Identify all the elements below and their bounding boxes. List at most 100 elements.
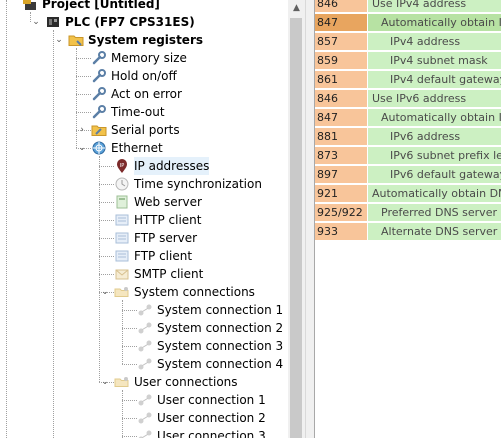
- tree-node-label: User connection 3: [157, 429, 266, 438]
- tree-node-system-connection-3[interactable]: System connection 3: [0, 337, 287, 355]
- connection-folder-icon: [114, 374, 130, 390]
- tree-node-system-connection-2[interactable]: System connection 2: [0, 319, 287, 337]
- tree-node-time-out[interactable]: Time-out: [0, 103, 287, 121]
- tree-node-ethernet[interactable]: ⌄ Ethernet: [0, 139, 287, 157]
- tree-node-label: SMTP client: [134, 267, 204, 281]
- register-number: 846: [315, 90, 367, 108]
- tree-node-label: HTTP client: [134, 213, 202, 227]
- register-number: 933: [315, 223, 367, 241]
- scrollbar-thumb[interactable]: [290, 18, 302, 438]
- register-name: Use IPv4 address: [368, 0, 501, 13]
- register-number: 859: [315, 52, 367, 70]
- register-number: 861: [315, 71, 367, 89]
- tree-node-label: System connection 3: [157, 339, 284, 353]
- tree-node-ftp-server[interactable]: FTP server: [0, 229, 287, 247]
- web-server-icon: [114, 194, 130, 210]
- register-row[interactable]: 897 IPv6 default gateway: [315, 166, 501, 185]
- tree-node-label: Time-out: [111, 105, 165, 119]
- tree-node-label: PLC (FP7 CPS31ES): [65, 15, 195, 29]
- project-icon: [22, 0, 38, 12]
- tree-node-label: Project [Untitled]: [42, 0, 160, 11]
- tree-node-user-connections[interactable]: ⌄ User connections: [0, 373, 287, 391]
- register-number: 873: [315, 147, 367, 165]
- ftp-client-icon: [114, 248, 130, 264]
- register-row[interactable]: 846 Use IPv4 address: [315, 0, 501, 14]
- register-row[interactable]: 933 Alternate DNS server IP: [315, 223, 501, 242]
- tree-node-serial-ports[interactable]: › Serial ports: [0, 121, 287, 139]
- register-row[interactable]: 873 IPv6 subnet prefix len: [315, 147, 501, 166]
- tree-node-label: Web server: [134, 195, 202, 209]
- tree-node-user-connection-1[interactable]: User connection 1: [0, 391, 287, 409]
- tree-node-web-server[interactable]: Web server: [0, 193, 287, 211]
- tree-node-system-connection-4[interactable]: System connection 4: [0, 355, 287, 373]
- register-name: IPv6 default gateway: [368, 166, 501, 184]
- register-number: 897: [315, 166, 367, 184]
- tree-node-user-connection-2[interactable]: User connection 2: [0, 409, 287, 427]
- collapse-arrow-icon[interactable]: ⌄: [54, 31, 64, 49]
- tree-node-system-connections[interactable]: ⌄ System connections: [0, 283, 287, 301]
- connection-folder-icon: [114, 284, 130, 300]
- register-name: Automatically obtain DN: [368, 185, 501, 203]
- collapse-arrow-icon[interactable]: ⌄: [77, 139, 87, 157]
- expand-arrow-icon[interactable]: ›: [77, 121, 87, 139]
- pane-splitter[interactable]: [305, 0, 315, 438]
- register-row[interactable]: 859 IPv4 subnet mask: [315, 52, 501, 71]
- register-name: IPv4 address: [368, 33, 501, 51]
- tree-node-hold-on-off[interactable]: Hold on/off: [0, 67, 287, 85]
- connection-icon: [137, 302, 153, 318]
- system-register-table: 846 Use IPv4 address 847 Automatically obta…: [315, 0, 501, 438]
- tree-node-time-synchronization[interactable]: Time synchronization: [0, 175, 287, 193]
- tree-node-plc-fp7-cps31es[interactable]: ⌄ PLC (FP7 CPS31ES): [0, 13, 287, 31]
- scroll-up-arrow-icon[interactable]: ▲: [288, 0, 305, 17]
- tree-node-label: Memory size: [111, 51, 187, 65]
- tree-node-label: User connection 2: [157, 411, 266, 425]
- tree-node-smtp-client[interactable]: SMTP client: [0, 265, 287, 283]
- register-row[interactable]: 921 Automatically obtain DN: [315, 185, 501, 204]
- tree-node-label: User connections: [134, 375, 238, 389]
- register-number: 847: [315, 109, 367, 127]
- tree-node-ftp-client[interactable]: FTP client: [0, 247, 287, 265]
- connection-icon: [137, 320, 153, 336]
- tree-node-project-untitled[interactable]: Project [Untitled]: [0, 0, 287, 13]
- register-number: 846: [315, 0, 367, 13]
- register-name: IPv4 subnet mask: [368, 52, 501, 70]
- tree-vertical-scrollbar[interactable]: ▲: [288, 0, 305, 438]
- tree-node-http-client[interactable]: HTTP client: [0, 211, 287, 229]
- register-number: 857: [315, 33, 367, 51]
- register-row[interactable]: 847 Automatically obtain IP: [315, 109, 501, 128]
- tree-node-label: Ethernet: [111, 141, 163, 155]
- connection-icon: [137, 356, 153, 372]
- register-name: Alternate DNS server IP: [368, 223, 501, 241]
- tree-node-memory-size[interactable]: Memory size: [0, 49, 287, 67]
- register-name: Use IPv6 address: [368, 90, 501, 108]
- clock-icon: [114, 176, 130, 192]
- tree-node-label: System connection 1: [157, 303, 284, 317]
- register-name: IPv4 default gateway: [368, 71, 501, 89]
- wrench-icon: [91, 50, 107, 66]
- collapse-arrow-icon[interactable]: ⌄: [100, 373, 110, 391]
- register-row[interactable]: 925/922 Preferred DNS server IP: [315, 204, 501, 223]
- tree-node-label: System connection 2: [157, 321, 284, 335]
- register-row[interactable]: 881 IPv6 address: [315, 128, 501, 147]
- register-number: 925/922: [315, 204, 367, 222]
- tree-node-ip-addresses[interactable]: IP IP addresses: [0, 157, 287, 175]
- tree-node-act-on-error[interactable]: Act on error: [0, 85, 287, 103]
- tree-node-system-registers[interactable]: ⌄ System registers: [0, 31, 287, 49]
- tree-node-system-connection-1[interactable]: System connection 1: [0, 301, 287, 319]
- register-row[interactable]: 861 IPv4 default gateway: [315, 71, 501, 90]
- folder-wrench-icon: [91, 122, 107, 138]
- plc-icon: [45, 14, 61, 30]
- register-row[interactable]: 847 Automatically obtain IP: [315, 14, 501, 33]
- collapse-arrow-icon[interactable]: ⌄: [100, 283, 110, 301]
- register-row[interactable]: 846 Use IPv6 address: [315, 90, 501, 109]
- connection-icon: [137, 410, 153, 426]
- tree-node-label: Hold on/off: [111, 69, 177, 83]
- tree-node-user-connection-3[interactable]: User connection 3: [0, 427, 287, 438]
- smtp-client-icon: [114, 266, 130, 282]
- project-tree[interactable]: Project [Untitled] ⌄ PLC (FP7 CPS31ES) ⌄ Sys…: [0, 0, 287, 438]
- collapse-arrow-icon[interactable]: ⌄: [31, 13, 41, 31]
- register-number: 921: [315, 185, 367, 203]
- register-name: IPv6 address: [368, 128, 501, 146]
- register-row[interactable]: 857 IPv4 address: [315, 33, 501, 52]
- ip-pin-icon: IP: [114, 158, 130, 174]
